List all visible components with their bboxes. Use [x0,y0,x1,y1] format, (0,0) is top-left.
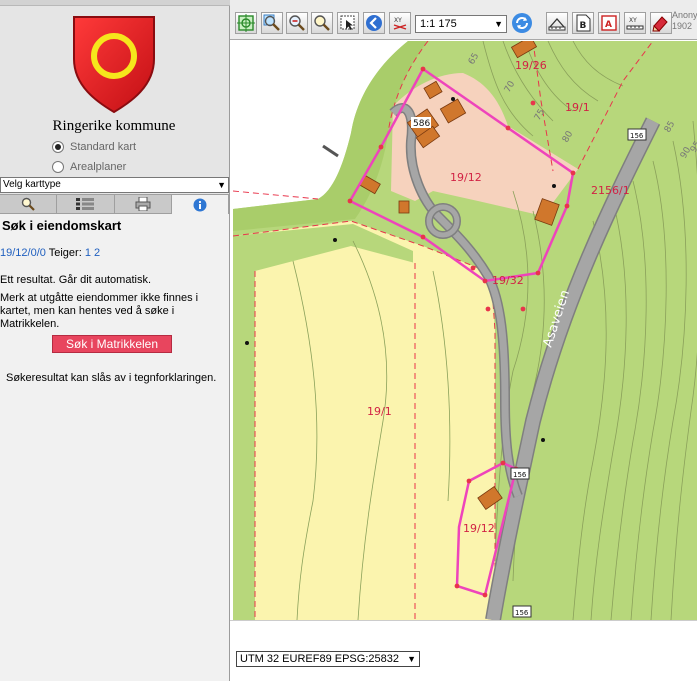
select-tool-button[interactable] [337,12,359,34]
document-button[interactable]: B [572,12,594,34]
map-canvas[interactable]: 19/26 19/1 19/12 2156/1 19/32 19/1 19/12… [233,41,697,620]
karttype-select[interactable]: Velg karttype ▼ [0,177,229,193]
legend-icon [76,198,95,210]
zoom-out-icon [289,15,305,31]
radio-standard-kart[interactable]: Standard kart [52,141,136,153]
tab-print[interactable] [114,194,172,214]
label-parcel-19-1-a: 19/1 [565,101,590,114]
document-icon: B [576,14,591,32]
radio-label-standard: Standard kart [70,141,137,153]
svg-text:A: A [605,20,612,30]
xy-clear-button[interactable]: XY [389,12,411,34]
draw-icon [652,16,668,32]
projection-select[interactable]: UTM 32 EUREF89 EPSG:25832 ▼ [236,651,420,667]
label-parcel-19-12-b: 19/12 [463,522,495,535]
xy-icon: XY [626,17,644,30]
user-code: 1902 [672,21,693,31]
zoom-extent-icon [237,14,255,32]
tab-legend[interactable] [57,194,115,214]
label-parcel-19-1-b: 19/1 [367,405,392,418]
chevron-down-icon: ▼ [407,654,416,664]
label-parcel-2156-1: 2156/1 [591,184,630,197]
zoom-search-icon [314,15,330,31]
municipality-name: Ringerike kommune [52,118,176,134]
back-arrow-icon [366,15,382,31]
info-panel: Søk i eiendomskart 19/12/0/0 Teiger: 1 2… [0,214,229,681]
select-icon [340,15,355,30]
panel-tabs [0,194,229,214]
teig-link-1[interactable]: 1 [85,247,91,259]
user-name: Anonym [672,10,697,20]
zoom-box-icon [263,14,280,31]
refresh-button[interactable] [511,12,533,34]
chevron-down-icon: ▼ [494,19,503,29]
refresh-icon [512,13,532,33]
teiger-label: Teiger: [48,247,82,259]
measure-distance-button[interactable] [546,12,568,34]
radio-button-standard[interactable] [52,141,64,153]
matrikkel-note: Merk at utgåtte eiendommer ikke finnes i… [0,292,199,330]
label-road-sign-3: 156 [515,609,529,617]
result-message: Ett resultat. Går dit automatisk. [0,274,152,286]
label-parcel-19-12-a: 19/12 [450,171,482,184]
label-house-number: 586 [413,119,430,129]
info-icon [193,198,207,211]
zoom-extent-button[interactable] [235,12,257,34]
label-road-sign-1: 156 [630,132,644,140]
property-result-row: 19/12/0/0 Teiger: 1 2 [0,247,100,259]
draw-button[interactable] [650,12,672,34]
top-strip [0,0,230,6]
map-view[interactable]: 19/26 19/1 19/12 2156/1 19/32 19/1 19/12… [233,41,697,620]
scale-select[interactable]: 1:1 175 ▼ [415,15,507,33]
panel-title: Søk i eiendomskart [2,218,122,233]
search-icon [21,197,35,211]
xy-coordinate-button[interactable]: XY [624,12,646,34]
print-icon [135,197,151,211]
back-button[interactable] [363,12,385,34]
tab-info[interactable] [171,194,229,214]
property-id-link[interactable]: 19/12/0/0 [0,247,46,259]
svg-text:XY: XY [629,17,637,24]
karttype-select-value: Velg karttype [3,179,61,190]
left-panel: Ringerike kommune Standard kart Arealpla… [0,0,230,681]
label-parcel-19-32: 19/32 [492,274,524,287]
area-measure-button[interactable]: A [598,12,620,34]
map-footer: UTM 32 EUREF89 EPSG:25832 ▼ [230,620,697,681]
xy-clear-icon: XY [393,17,407,30]
projection-value: UTM 32 EUREF89 EPSG:25832 [240,653,399,665]
zoom-out-button[interactable] [286,12,308,34]
label-road-sign-2: 156 [513,471,527,479]
zoom-search-button[interactable] [311,12,333,34]
radio-arealplaner[interactable]: Arealplaner [52,161,126,173]
teig-link-2[interactable]: 2 [94,247,100,259]
chevron-down-icon: ▼ [217,180,226,190]
map-toolbar: XY 1:1 175 ▼ B A XY Anony 1902 [230,0,697,40]
coat-of-arms-logo [73,16,155,114]
svg-text:B: B [580,21,587,31]
area-measure-icon: A [601,15,617,31]
svg-text:XY: XY [394,17,402,24]
radio-button-arealplaner[interactable] [52,161,64,173]
radio-label-arealplaner: Arealplaner [70,161,127,173]
zoom-in-box-button[interactable] [261,12,283,34]
field-inner [255,246,415,620]
label-parcel-19-26: 19/26 [515,59,547,72]
scale-value: 1:1 175 [420,18,457,30]
search-matrikkel-button[interactable]: Søk i Matrikkelen [52,335,172,353]
tab-search[interactable] [0,194,58,214]
toggle-note: Søkeresultat kan slås av i tegnforklarin… [6,372,217,384]
measure-icon [548,18,566,31]
user-info: Anonym 1902 [672,10,697,32]
